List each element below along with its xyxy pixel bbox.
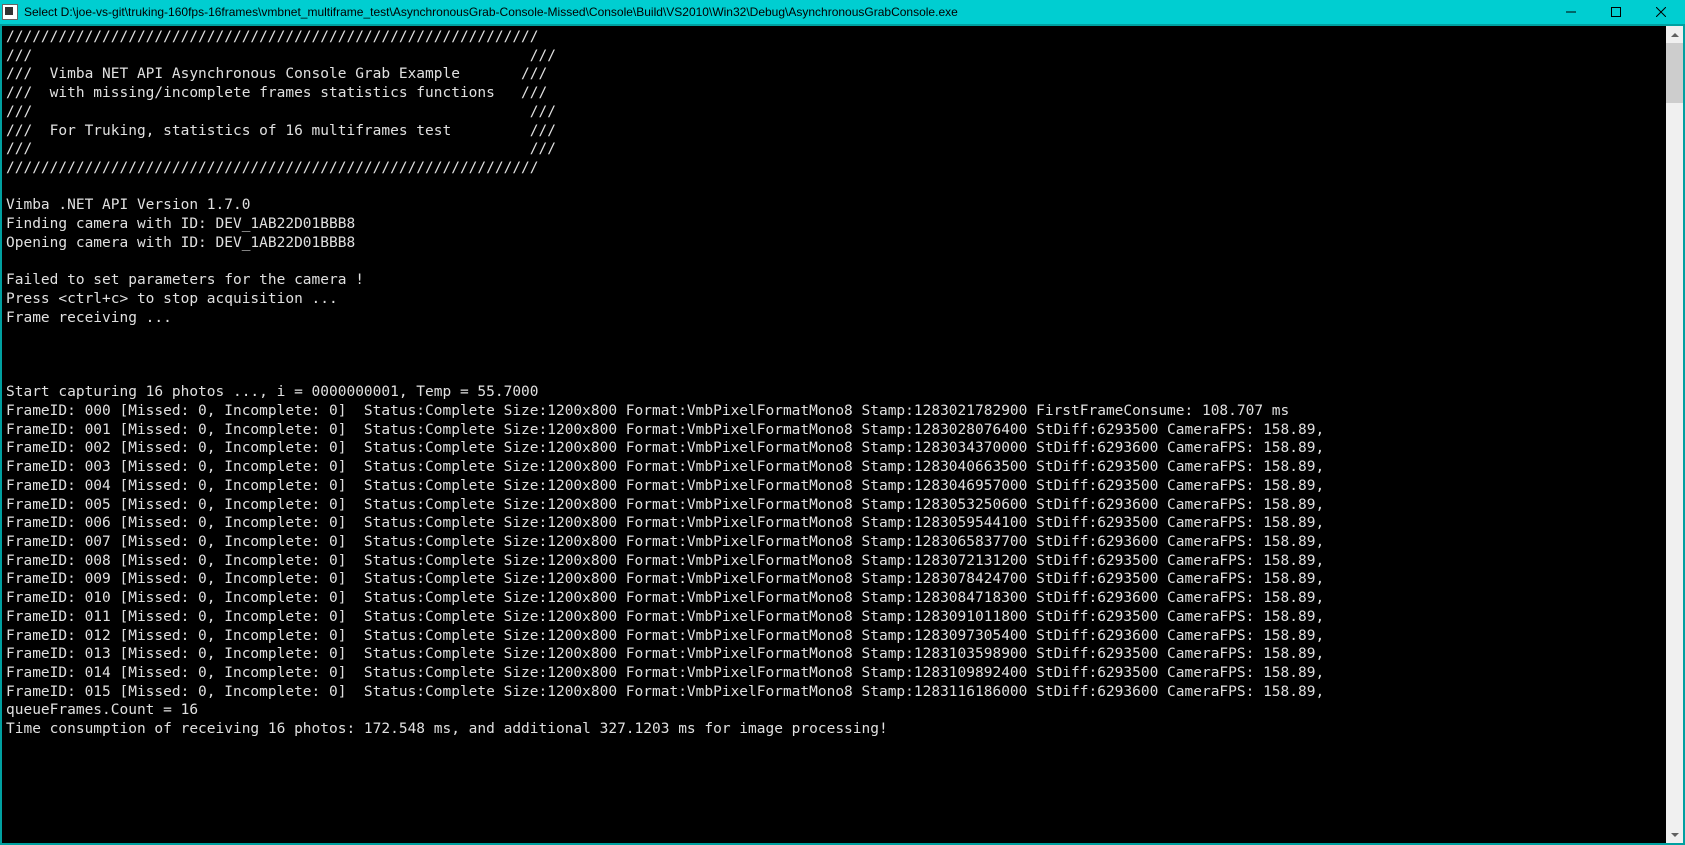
header-line: /// /// [6, 48, 556, 64]
console-window: Select D:\joe-vs-git\truking-160fps-16fr… [0, 0, 1685, 845]
header-line: ////////////////////////////////////////… [6, 29, 539, 45]
header-line: /// /// [6, 141, 556, 157]
opening-camera-line: Opening camera with ID: DEV_1AB22D01BBB8 [6, 235, 355, 251]
console-output[interactable]: ////////////////////////////////////////… [2, 26, 1666, 843]
frame-line: FrameID: 001 [Missed: 0, Incomplete: 0] … [6, 422, 1324, 438]
scroll-track[interactable] [1666, 43, 1683, 826]
frame-line: FrameID: 008 [Missed: 0, Incomplete: 0] … [6, 553, 1324, 569]
frame-line: FrameID: 013 [Missed: 0, Incomplete: 0] … [6, 646, 1324, 662]
scroll-thumb[interactable] [1666, 43, 1683, 103]
vertical-scrollbar[interactable] [1666, 26, 1683, 843]
failed-line: Failed to set parameters for the camera … [6, 272, 364, 288]
minimize-icon [1566, 7, 1576, 17]
frame-line: FrameID: 006 [Missed: 0, Incomplete: 0] … [6, 515, 1324, 531]
frame-line: FrameID: 005 [Missed: 0, Incomplete: 0] … [6, 497, 1324, 513]
close-button[interactable] [1638, 0, 1683, 24]
frame-line: FrameID: 003 [Missed: 0, Incomplete: 0] … [6, 459, 1324, 475]
frame-line: FrameID: 009 [Missed: 0, Incomplete: 0] … [6, 571, 1324, 587]
finding-camera-line: Finding camera with ID: DEV_1AB22D01BBB8 [6, 216, 355, 232]
maximize-icon [1611, 7, 1621, 17]
chevron-down-icon [1671, 833, 1679, 837]
api-version-line: Vimba .NET API Version 1.7.0 [6, 197, 250, 213]
titlebar[interactable]: Select D:\joe-vs-git\truking-160fps-16fr… [0, 0, 1685, 24]
header-line: ////////////////////////////////////////… [6, 160, 539, 176]
frame-line: FrameID: 010 [Missed: 0, Incomplete: 0] … [6, 590, 1324, 606]
frame-line: FrameID: 011 [Missed: 0, Incomplete: 0] … [6, 609, 1324, 625]
window-controls [1548, 0, 1683, 24]
header-line: /// /// [6, 104, 556, 120]
console-area: ////////////////////////////////////////… [2, 26, 1683, 843]
queue-count-line: queueFrames.Count = 16 [6, 702, 198, 718]
header-line: /// with missing/incomplete frames stati… [6, 85, 547, 101]
frame-line: FrameID: 015 [Missed: 0, Incomplete: 0] … [6, 684, 1324, 700]
app-icon [2, 4, 18, 20]
frame-line: FrameID: 000 [Missed: 0, Incomplete: 0] … [6, 403, 1289, 419]
frame-line: FrameID: 007 [Missed: 0, Incomplete: 0] … [6, 534, 1324, 550]
chevron-up-icon [1671, 33, 1679, 37]
start-capture-line: Start capturing 16 photos ..., i = 00000… [6, 384, 539, 400]
scroll-up-button[interactable] [1666, 26, 1683, 43]
header-line: /// For Truking, statistics of 16 multif… [6, 123, 556, 139]
frame-line: FrameID: 004 [Missed: 0, Incomplete: 0] … [6, 478, 1324, 494]
frame-line: FrameID: 002 [Missed: 0, Incomplete: 0] … [6, 440, 1324, 456]
press-line: Press <ctrl+c> to stop acquisition ... [6, 291, 338, 307]
maximize-button[interactable] [1593, 0, 1638, 24]
scroll-down-button[interactable] [1666, 826, 1683, 843]
minimize-button[interactable] [1548, 0, 1593, 24]
header-line: /// Vimba NET API Asynchronous Console G… [6, 66, 547, 82]
frame-line: FrameID: 012 [Missed: 0, Incomplete: 0] … [6, 628, 1324, 644]
window-title: Select D:\joe-vs-git\truking-160fps-16fr… [24, 5, 1548, 19]
receiving-line: Frame receiving ... [6, 310, 172, 326]
frame-line: FrameID: 014 [Missed: 0, Incomplete: 0] … [6, 665, 1324, 681]
time-consumption-line: Time consumption of receiving 16 photos:… [6, 721, 888, 737]
close-icon [1656, 7, 1666, 17]
